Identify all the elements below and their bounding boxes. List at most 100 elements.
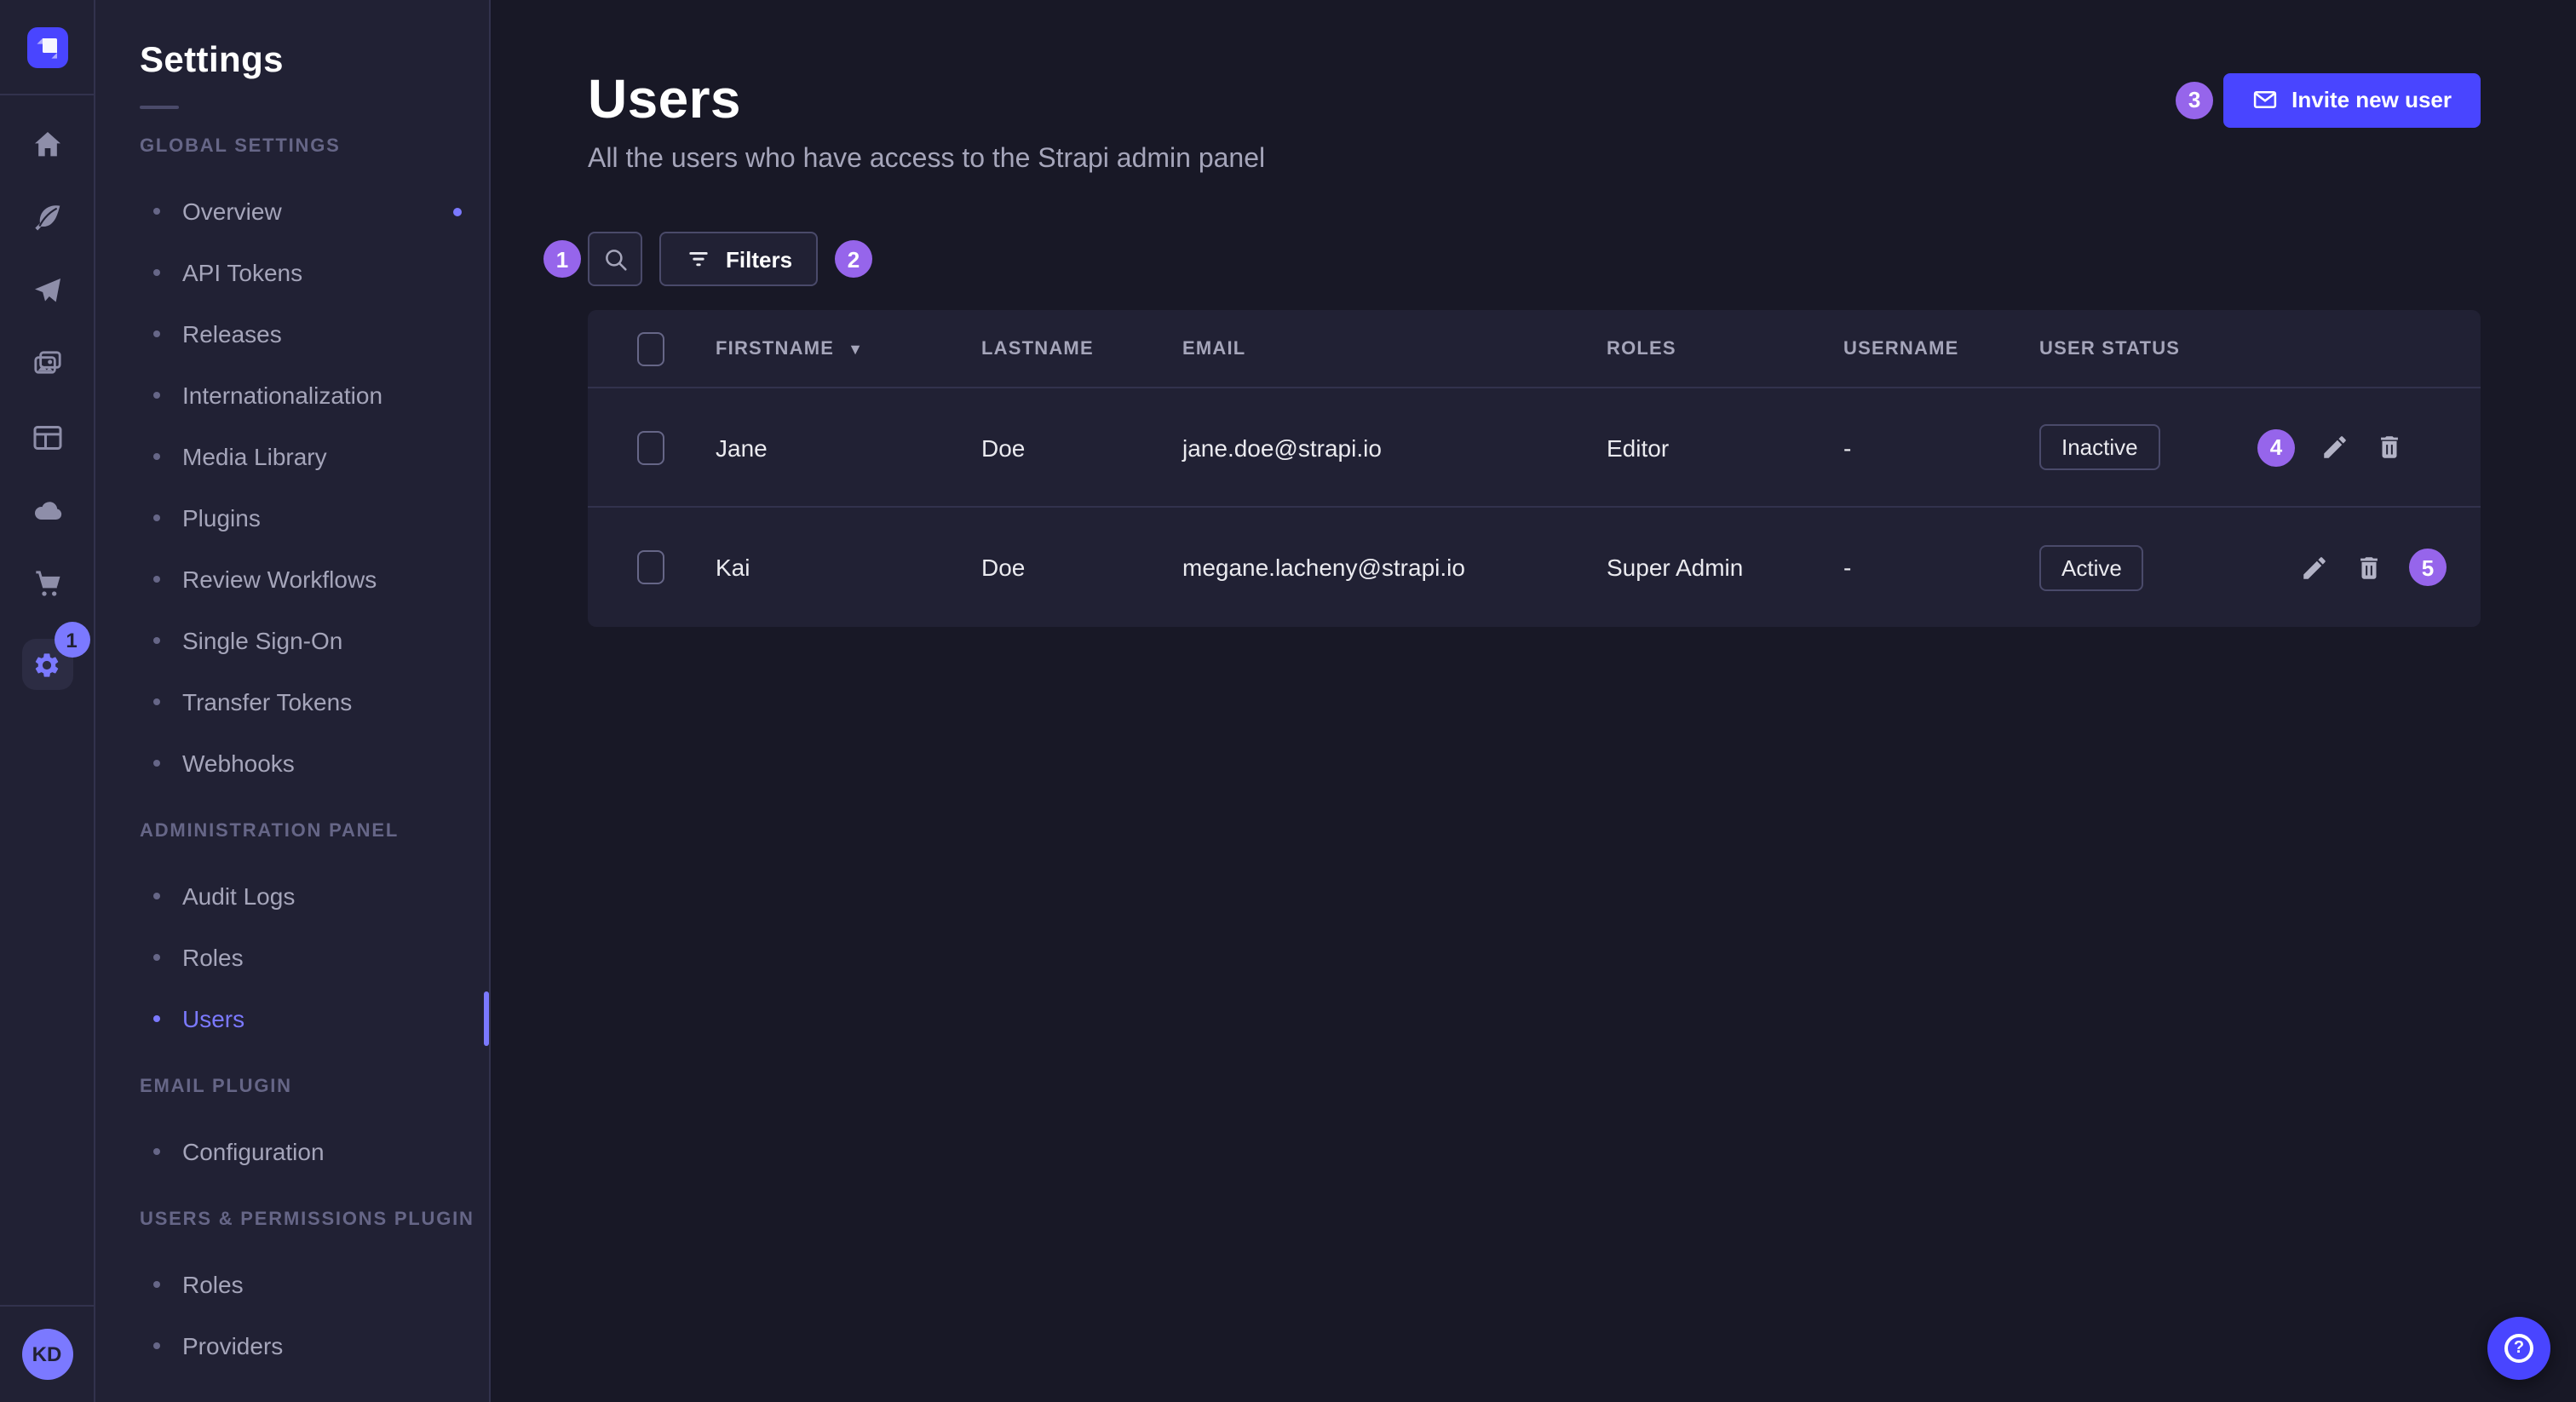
email-plugin-list: Configuration bbox=[140, 1121, 489, 1182]
bullet-icon bbox=[153, 330, 160, 337]
settings-notification-badge: 1 bbox=[54, 622, 89, 658]
table-row[interactable]: Kai Doe megane.lacheny@strapi.io Super A… bbox=[588, 508, 2481, 627]
sidebar-item-api-tokens[interactable]: API Tokens bbox=[140, 242, 489, 303]
sidebar-item-overview[interactable]: Overview bbox=[140, 181, 489, 242]
col-firstname: FIRSTNAME ▼ bbox=[716, 338, 981, 359]
invite-new-user-button[interactable]: Invite new user bbox=[2223, 72, 2481, 127]
main-nav-rail: 1 KD bbox=[0, 0, 95, 1402]
media-library-images-icon[interactable] bbox=[30, 348, 64, 382]
cell-firstname: Jane bbox=[716, 434, 981, 461]
users-table: FIRSTNAME ▼ LASTNAME EMAIL ROLES USERNAM… bbox=[588, 310, 2481, 627]
cell-roles: Super Admin bbox=[1607, 554, 1843, 581]
select-all-checkbox[interactable] bbox=[637, 331, 664, 365]
row-select-cell bbox=[588, 550, 716, 584]
strapi-logo-icon[interactable] bbox=[26, 26, 67, 67]
cell-email: jane.doe@strapi.io bbox=[1182, 434, 1607, 461]
sidebar-item-up-roles[interactable]: Roles bbox=[140, 1254, 489, 1315]
col-lastname[interactable]: LASTNAME bbox=[981, 338, 1182, 359]
search-icon bbox=[601, 244, 630, 273]
deploy-paper-plane-icon[interactable] bbox=[30, 274, 64, 308]
delete-trash-icon[interactable] bbox=[2355, 553, 2383, 582]
page-subtitle: All the users who have access to the Str… bbox=[588, 145, 2481, 175]
overview-notification-dot bbox=[453, 207, 462, 215]
bullet-icon bbox=[153, 954, 160, 961]
bullet-icon bbox=[153, 1342, 160, 1349]
rail-icon-stack bbox=[30, 95, 64, 601]
page-title: Users bbox=[588, 68, 741, 131]
home-icon[interactable] bbox=[30, 128, 64, 162]
sidebar-item-audit-logs[interactable]: Audit Logs bbox=[140, 865, 489, 927]
content-manager-layout-icon[interactable] bbox=[30, 421, 64, 455]
row-actions: 4 bbox=[2257, 428, 2481, 466]
strapi-admin-app: 1 KD Settings GLOBAL SETTINGS Overview A… bbox=[0, 0, 2576, 1402]
cloud-icon[interactable] bbox=[30, 494, 64, 528]
sort-firstname[interactable]: FIRSTNAME ▼ bbox=[716, 338, 981, 359]
sidebar-item-media-library[interactable]: Media Library bbox=[140, 426, 489, 487]
list-toolbar: 1 Filters 2 bbox=[588, 232, 2481, 286]
bullet-icon bbox=[153, 392, 160, 399]
sidebar-item-users[interactable]: Users bbox=[140, 988, 489, 1049]
col-user-status[interactable]: USER STATUS bbox=[2039, 338, 2481, 359]
col-email[interactable]: EMAIL bbox=[1182, 338, 1607, 359]
annotation-marker-4: 4 bbox=[2257, 428, 2295, 466]
section-global-settings: GLOBAL SETTINGS bbox=[140, 136, 489, 157]
table-row[interactable]: Jane Doe jane.doe@strapi.io Editor - Ina… bbox=[588, 388, 2481, 508]
sidebar-item-single-sign-on[interactable]: Single Sign-On bbox=[140, 610, 489, 671]
sidebar-item-review-workflows[interactable]: Review Workflows bbox=[140, 549, 489, 610]
cell-lastname: Doe bbox=[981, 434, 1182, 461]
cell-firstname: Kai bbox=[716, 554, 981, 581]
sidebar-item-internationalization[interactable]: Internationalization bbox=[140, 365, 489, 426]
bullet-icon bbox=[153, 269, 160, 276]
bullet-icon bbox=[153, 208, 160, 215]
sidebar-title: Settings bbox=[140, 41, 489, 82]
bullet-icon bbox=[153, 576, 160, 583]
sidebar-item-plugins[interactable]: Plugins bbox=[140, 487, 489, 549]
sidebar-item-admin-roles[interactable]: Roles bbox=[140, 927, 489, 988]
global-settings-list: Overview API Tokens Releases Internation… bbox=[140, 181, 489, 794]
col-roles[interactable]: ROLES bbox=[1607, 338, 1843, 359]
logo-area bbox=[0, 0, 94, 95]
sidebar-item-webhooks[interactable]: Webhooks bbox=[140, 733, 489, 794]
edit-pencil-icon[interactable] bbox=[2300, 553, 2329, 582]
settings-gear-button[interactable]: 1 bbox=[21, 639, 72, 690]
section-administration-panel: ADMINISTRATION PANEL bbox=[140, 821, 489, 842]
envelope-icon bbox=[2252, 87, 2278, 112]
section-email-plugin: EMAIL PLUGIN bbox=[140, 1077, 489, 1097]
annotation-marker-3: 3 bbox=[2176, 81, 2213, 118]
search-button[interactable] bbox=[588, 232, 642, 286]
sidebar-item-transfer-tokens[interactable]: Transfer Tokens bbox=[140, 671, 489, 733]
row-checkbox[interactable] bbox=[637, 430, 664, 464]
annotation-marker-5: 5 bbox=[2409, 549, 2447, 586]
sort-desc-icon: ▼ bbox=[848, 340, 864, 357]
bullet-icon bbox=[153, 453, 160, 460]
bullet-icon bbox=[153, 893, 160, 899]
col-username[interactable]: USERNAME bbox=[1843, 338, 2039, 359]
header-actions: 3 Invite new user bbox=[2176, 72, 2481, 127]
bullet-icon bbox=[153, 637, 160, 644]
bullet-icon bbox=[153, 698, 160, 705]
row-select-cell bbox=[588, 430, 716, 464]
row-checkbox[interactable] bbox=[637, 550, 664, 584]
delete-trash-icon[interactable] bbox=[2375, 433, 2404, 462]
question-mark-icon: ? bbox=[2504, 1334, 2533, 1363]
bullet-icon bbox=[153, 514, 160, 521]
administration-panel-list: Audit Logs Roles Users bbox=[140, 865, 489, 1049]
status-badge: Active bbox=[2039, 544, 2144, 590]
help-button[interactable]: ? bbox=[2487, 1317, 2550, 1380]
cell-user-status: Active 5 bbox=[2039, 544, 2481, 590]
sidebar-item-providers[interactable]: Providers bbox=[140, 1315, 489, 1376]
filters-button[interactable]: Filters bbox=[659, 232, 818, 286]
marketplace-cart-icon[interactable] bbox=[30, 567, 64, 601]
annotation-marker-1: 1 bbox=[543, 240, 581, 278]
select-all-cell bbox=[588, 331, 716, 365]
content-builder-feather-icon[interactable] bbox=[30, 201, 64, 235]
edit-pencil-icon[interactable] bbox=[2320, 433, 2349, 462]
user-avatar[interactable]: KD bbox=[21, 1329, 72, 1380]
bullet-icon bbox=[153, 1015, 160, 1022]
sidebar-item-configuration[interactable]: Configuration bbox=[140, 1121, 489, 1182]
cell-username: - bbox=[1843, 554, 2039, 581]
sidebar-item-releases[interactable]: Releases bbox=[140, 303, 489, 365]
page-header: Users 3 Invite new user bbox=[588, 68, 2481, 131]
main-content: Users 3 Invite new user All the users wh… bbox=[491, 0, 2576, 1402]
filter-icon bbox=[685, 245, 712, 273]
